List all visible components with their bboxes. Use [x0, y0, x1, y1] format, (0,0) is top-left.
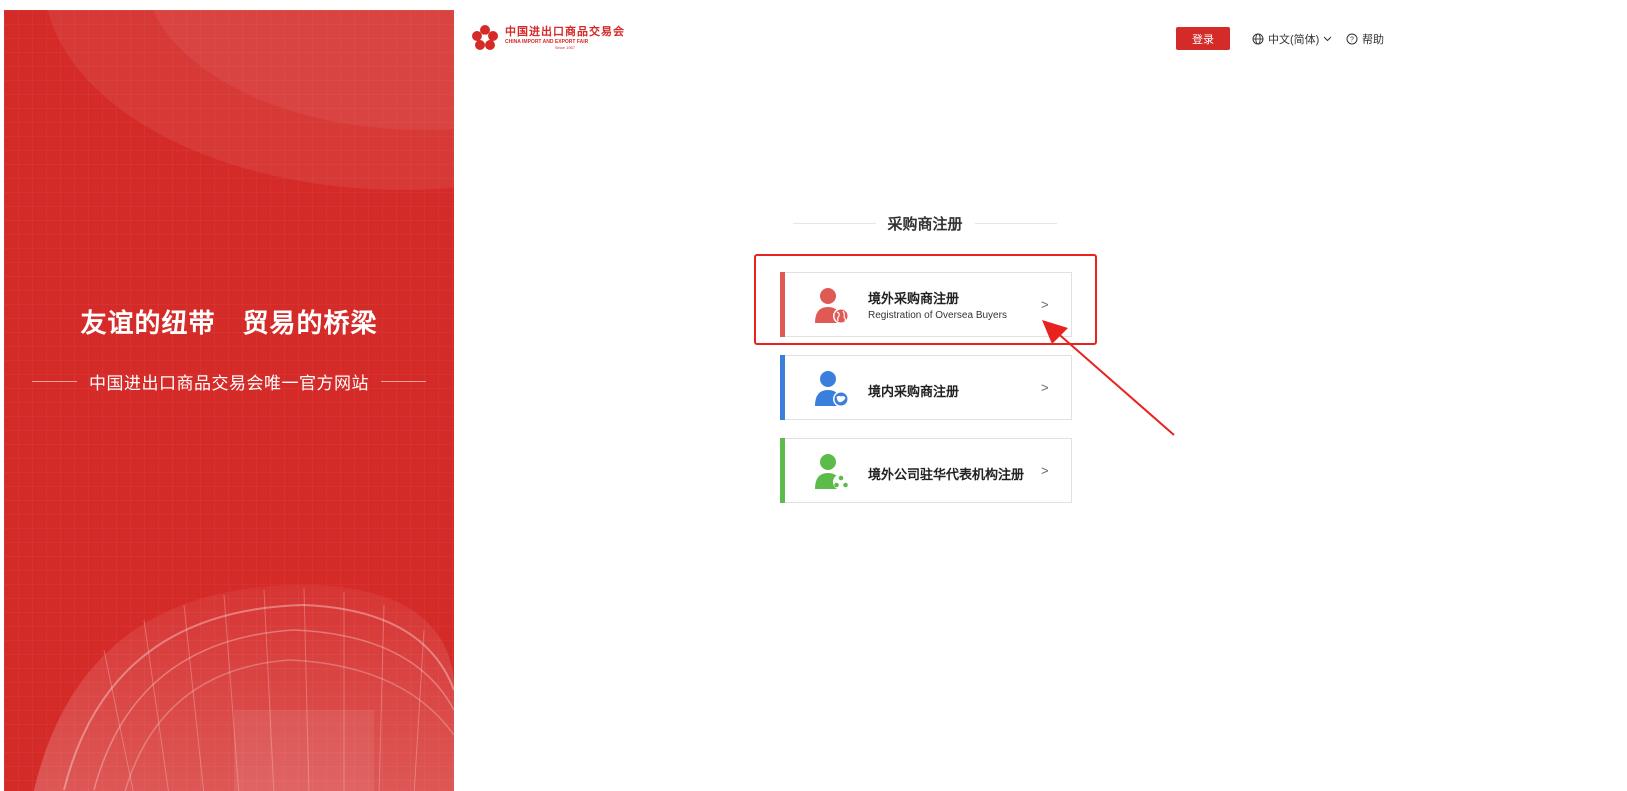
foreign-representative-office-registration-card[interactable]: 境外公司驻华代表机构注册 > — [780, 438, 1072, 503]
domestic-buyer-registration-card[interactable]: 境内采购商注册 > — [780, 355, 1072, 420]
divider-line — [974, 223, 1058, 224]
card-title: 境内采购商注册 — [868, 384, 960, 399]
logo-english-name: CHINA IMPORT AND EXPORT FAIR — [505, 38, 589, 45]
card-accent-bar — [780, 355, 785, 420]
logo-text: 中国进出口商品交易会 CHINA IMPORT AND EXPORT FAIR … — [505, 25, 625, 50]
globe-icon — [1252, 33, 1264, 45]
banner-sub-slogan: 中国进出口商品交易会唯一官方网站 — [89, 374, 369, 393]
section-heading: 采购商注册 — [793, 213, 1058, 234]
logo-chinese-name: 中国进出口商品交易会 — [505, 25, 625, 38]
card-text: 境内采购商注册 — [868, 381, 959, 400]
language-label: 中文(简体) — [1268, 34, 1320, 46]
divider-line — [793, 223, 876, 224]
canton-fair-logo[interactable]: 中国进出口商品交易会 CHINA IMPORT AND EXPORT FAIR … — [471, 24, 625, 52]
svg-text:?: ? — [1350, 37, 1354, 44]
chevron-right-icon: > — [1041, 463, 1049, 478]
exhibition-hall-illustration — [34, 584, 454, 791]
chevron-down-icon — [1323, 36, 1332, 42]
page-title: 采购商注册 — [887, 216, 963, 233]
help-link[interactable]: ? 帮助 — [1346, 31, 1384, 47]
divider-line — [381, 381, 426, 382]
divider-line — [32, 381, 77, 382]
banner-slogan: 友谊的纽带 贸易的桥梁 — [80, 308, 378, 338]
question-circle-icon: ? — [1346, 33, 1358, 45]
card-title: 境外公司驻华代表机构注册 — [868, 467, 1025, 482]
logo-since: Since 1957 — [554, 44, 575, 50]
user-china-icon — [815, 371, 849, 407]
annotation-arrow-icon — [1042, 320, 1175, 436]
help-label: 帮助 — [1362, 34, 1384, 46]
banner-sub-slogan-row: 中国进出口商品交易会唯一官方网站 — [4, 369, 454, 394]
card-accent-bar — [780, 438, 785, 503]
logo-flower-icon — [472, 25, 498, 50]
user-group-icon — [815, 454, 849, 490]
language-selector[interactable]: 中文(简体) — [1252, 31, 1332, 47]
card-text: 境外公司驻华代表机构注册 — [868, 464, 1024, 483]
login-button[interactable]: 登录 — [1176, 27, 1230, 50]
left-banner: 友谊的纽带 贸易的桥梁 中国进出口商品交易会唯一官方网站 — [4, 10, 454, 791]
